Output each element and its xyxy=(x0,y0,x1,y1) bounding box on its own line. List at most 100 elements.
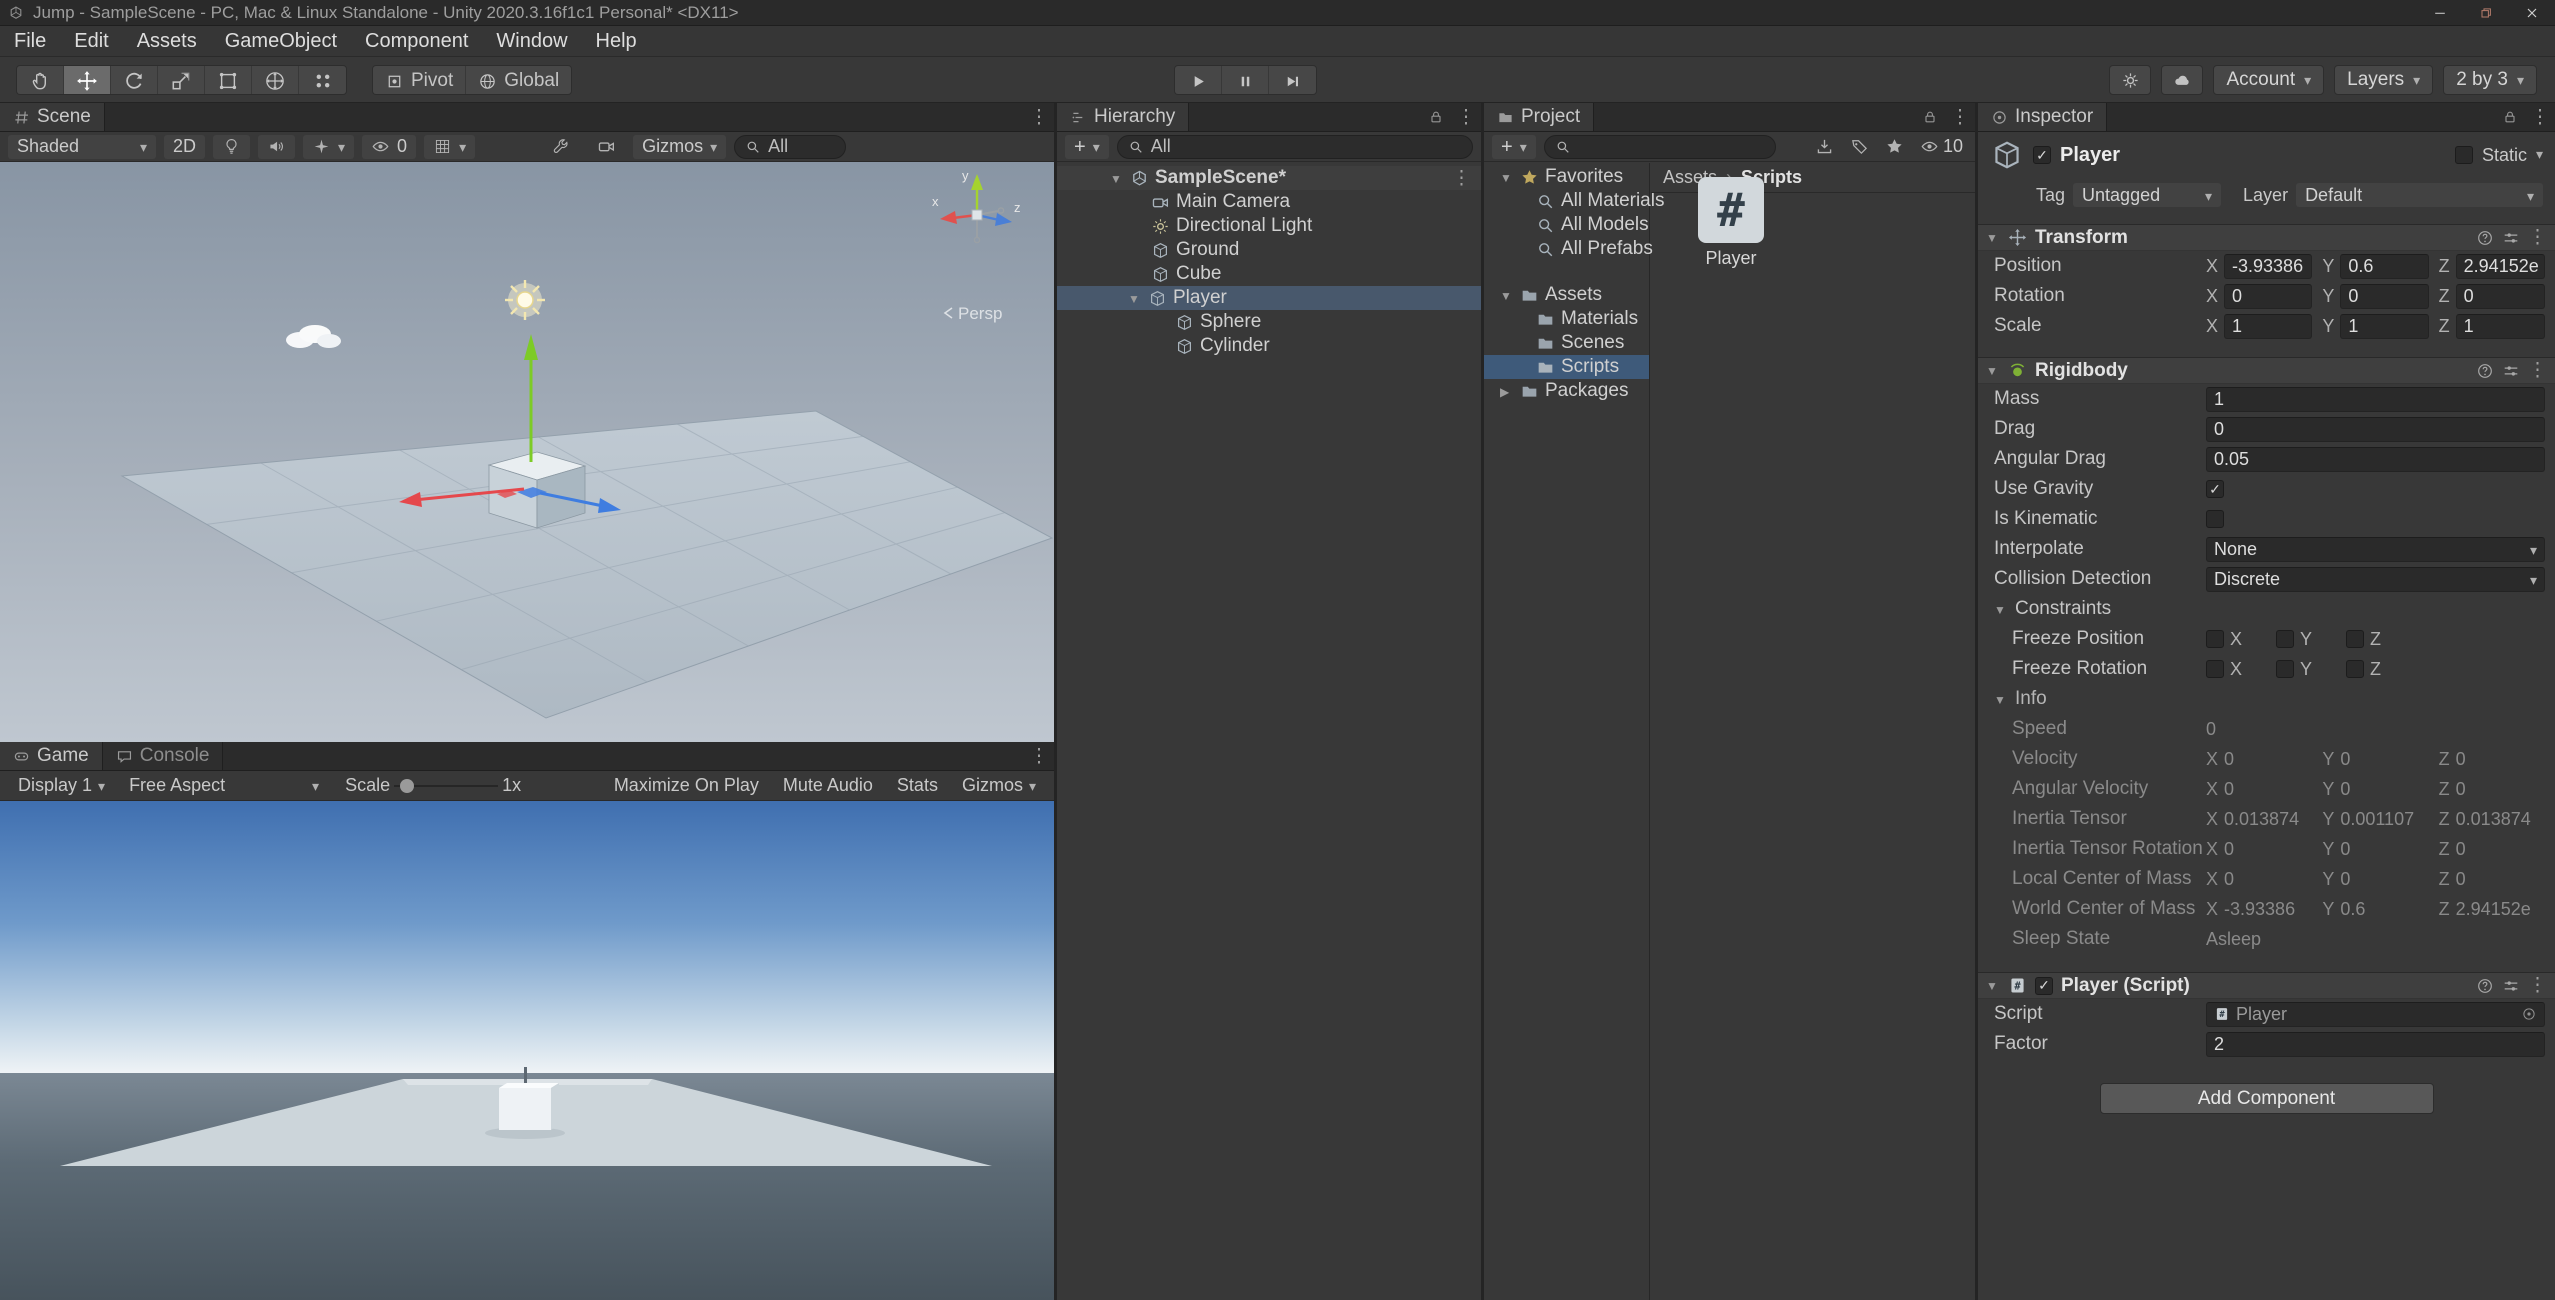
hand-tool-button[interactable] xyxy=(17,66,64,95)
tab-scene[interactable]: Scene xyxy=(0,103,105,131)
help-icon[interactable] xyxy=(2476,977,2494,995)
freeze-rotation-y-checkbox[interactable] xyxy=(2276,660,2294,678)
presets-icon[interactable] xyxy=(2502,229,2520,247)
project-folder-materials[interactable]: Materials xyxy=(1484,307,1649,331)
play-button[interactable] xyxy=(1175,66,1222,95)
object-picker-icon[interactable] xyxy=(2521,1006,2537,1022)
tag-dropdown[interactable]: Untagged xyxy=(2073,183,2221,207)
scale-x-field[interactable]: 1 xyxy=(2224,314,2312,339)
project-folder-scenes[interactable]: Scenes xyxy=(1484,331,1649,355)
scene-audio-toggle[interactable] xyxy=(258,135,295,159)
foldout-icon[interactable] xyxy=(1110,167,1124,189)
rotation-y-field[interactable]: 0 xyxy=(2340,284,2428,309)
info-foldout[interactable]: Info xyxy=(1978,684,2555,714)
static-checkbox[interactable] xyxy=(2455,146,2473,164)
hierarchy-panel-menu-icon[interactable] xyxy=(1451,103,1481,131)
move-tool-button[interactable] xyxy=(64,66,111,95)
project-favorite-all-models[interactable]: All Models xyxy=(1484,213,1649,237)
script-enabled-checkbox[interactable] xyxy=(2035,977,2053,995)
hierarchy-search-input[interactable]: All xyxy=(1117,135,1473,159)
transform-tool-button[interactable] xyxy=(252,66,299,95)
position-z-field[interactable]: 2.94152e xyxy=(2456,254,2545,279)
collab-button[interactable] xyxy=(2109,65,2151,95)
foldout-icon[interactable] xyxy=(1994,598,2008,620)
help-icon[interactable] xyxy=(2476,362,2494,380)
lock-icon[interactable] xyxy=(1421,103,1451,131)
freeze-position-z-checkbox[interactable] xyxy=(2346,630,2364,648)
scene-visibility-toggle[interactable]: 0 xyxy=(362,135,416,159)
project-panel-menu-icon[interactable] xyxy=(1945,103,1975,131)
close-button[interactable] xyxy=(2509,0,2555,26)
search-by-label-button[interactable] xyxy=(1846,135,1873,159)
presets-icon[interactable] xyxy=(2502,977,2520,995)
component-menu-icon[interactable] xyxy=(2528,974,2547,997)
hierarchy-item-player[interactable]: Player xyxy=(1057,286,1481,310)
scene-camera-settings-button[interactable] xyxy=(588,135,625,159)
rotation-z-field[interactable]: 0 xyxy=(2456,284,2545,309)
angular-drag-field[interactable]: 0.05 xyxy=(2206,447,2545,472)
hierarchy-item-ground[interactable]: Ground xyxy=(1057,238,1481,262)
tab-hierarchy[interactable]: Hierarchy xyxy=(1057,103,1189,131)
project-folder-assets[interactable]: Assets xyxy=(1484,283,1649,307)
scene-viewport[interactable]: y x z Persp xyxy=(0,162,1054,742)
layers-dropdown[interactable]: Layers xyxy=(2334,65,2433,95)
display-dropdown[interactable]: Display 1 xyxy=(8,771,115,801)
tab-console[interactable]: Console xyxy=(103,742,224,770)
hidden-packages-button[interactable]: 10 xyxy=(1916,135,1967,159)
maximize-on-play-toggle[interactable]: Maximize On Play xyxy=(604,771,769,801)
game-gizmos-dropdown[interactable]: Gizmos xyxy=(952,771,1046,801)
is-kinematic-checkbox[interactable] xyxy=(2206,510,2224,528)
rotation-x-field[interactable]: 0 xyxy=(2224,284,2312,309)
menu-edit[interactable]: Edit xyxy=(60,26,122,57)
freeze-position-y-checkbox[interactable] xyxy=(2276,630,2294,648)
scene-options-icon[interactable] xyxy=(1452,167,1471,190)
stats-toggle[interactable]: Stats xyxy=(887,771,948,801)
menu-assets[interactable]: Assets xyxy=(123,26,211,57)
scene-tools-button[interactable] xyxy=(543,135,580,159)
script-object-field[interactable]: Player xyxy=(2206,1002,2545,1027)
component-menu-icon[interactable] xyxy=(2528,359,2547,382)
hierarchy-item-directional-light[interactable]: Directional Light xyxy=(1057,214,1481,238)
rect-tool-button[interactable] xyxy=(205,66,252,95)
hierarchy-item-sphere[interactable]: Sphere xyxy=(1057,310,1481,334)
aspect-ratio-dropdown[interactable]: Free Aspect xyxy=(119,771,329,801)
component-menu-icon[interactable] xyxy=(2528,226,2547,249)
scene-gizmos-dropdown[interactable]: Gizmos xyxy=(633,135,726,159)
foldout-icon[interactable] xyxy=(1128,287,1142,309)
freeze-position-x-checkbox[interactable] xyxy=(2206,630,2224,648)
account-dropdown[interactable]: Account xyxy=(2213,65,2324,95)
menu-gameobject[interactable]: GameObject xyxy=(211,26,351,57)
shading-mode-dropdown[interactable]: Shaded xyxy=(8,135,156,159)
foldout-icon[interactable] xyxy=(1986,977,2000,995)
gameobject-name-field[interactable]: Player xyxy=(2060,144,2446,167)
cloud-services-button[interactable] xyxy=(2161,65,2203,95)
foldout-icon[interactable] xyxy=(1500,380,1514,402)
pivot-toggle-button[interactable]: Pivot xyxy=(373,66,466,95)
project-favorite-all-prefabs[interactable]: All Prefabs xyxy=(1484,237,1649,261)
lock-icon[interactable] xyxy=(2495,103,2525,131)
presets-icon[interactable] xyxy=(2502,362,2520,380)
scene-effects-dropdown[interactable] xyxy=(303,135,354,159)
drag-field[interactable]: 0 xyxy=(2206,417,2545,442)
create-asset-button[interactable] xyxy=(1492,135,1536,159)
rotate-tool-button[interactable] xyxy=(111,66,158,95)
scene-panel-menu-icon[interactable] xyxy=(1024,103,1054,131)
collision-detection-dropdown[interactable]: Discrete xyxy=(2206,567,2545,592)
foldout-icon[interactable] xyxy=(1986,362,2000,380)
gameobject-active-checkbox[interactable] xyxy=(2033,146,2051,164)
hierarchy-item-cylinder[interactable]: Cylinder xyxy=(1057,334,1481,358)
menu-help[interactable]: Help xyxy=(582,26,651,57)
player-script-component-header[interactable]: Player (Script) xyxy=(1978,972,2555,999)
pause-button[interactable] xyxy=(1222,66,1269,95)
grid-visibility-dropdown[interactable] xyxy=(424,135,475,159)
project-folder-packages[interactable]: Packages xyxy=(1484,379,1649,403)
menu-window[interactable]: Window xyxy=(482,26,581,57)
custom-tools-button[interactable] xyxy=(299,66,346,95)
favorites-filter-button[interactable] xyxy=(1881,135,1908,159)
tab-project[interactable]: Project xyxy=(1484,103,1594,131)
position-y-field[interactable]: 0.6 xyxy=(2340,254,2428,279)
lock-icon[interactable] xyxy=(1915,103,1945,131)
foldout-icon[interactable] xyxy=(1500,284,1514,306)
factor-field[interactable]: 2 xyxy=(2206,1032,2545,1057)
game-panel-menu-icon[interactable] xyxy=(1024,742,1054,770)
